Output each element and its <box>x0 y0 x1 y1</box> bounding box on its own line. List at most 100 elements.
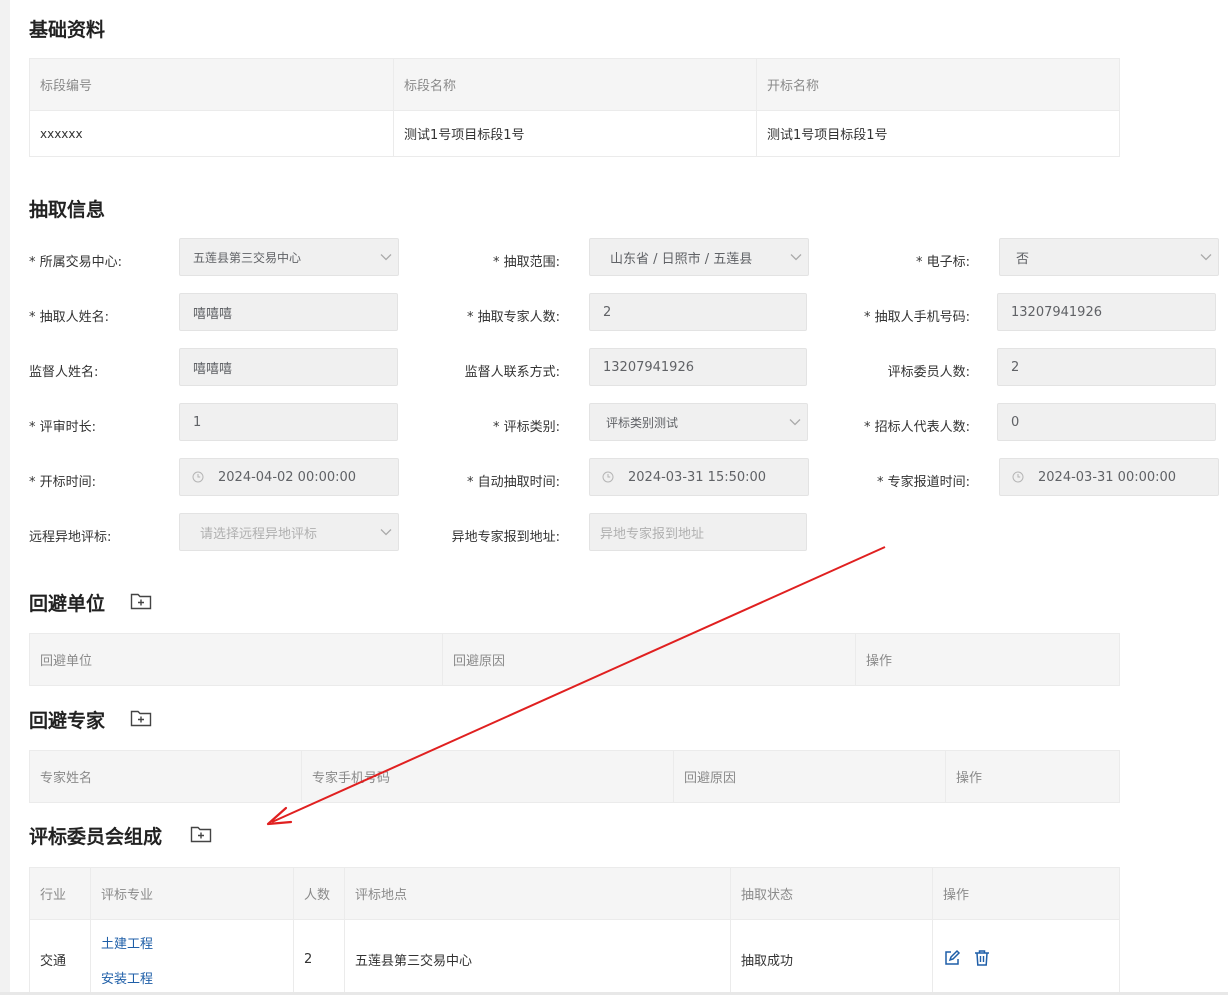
clock-icon <box>602 471 616 483</box>
specialty-link[interactable]: 土建工程 <box>101 933 153 952</box>
cell-opening-name: 测试1号项目标段1号 <box>767 128 888 143</box>
folder-plus-icon[interactable] <box>130 592 152 610</box>
datetime-value: 2024-03-31 15:50:00 <box>628 469 767 485</box>
edit-icon[interactable] <box>943 949 961 971</box>
select-value: 山东省 / 日照市 / 五莲县 <box>610 251 753 267</box>
header-cell: 标段名称 <box>394 59 757 110</box>
datetime-auto-draw-time[interactable]: 2024-03-31 15:50:00 <box>589 458 809 496</box>
folder-plus-icon[interactable] <box>130 709 152 727</box>
basic-info-table: 标段编号 标段名称 开标名称 xxxxxx 测试1号项目标段1号 测试1号项目标… <box>29 58 1120 157</box>
datetime-open-time[interactable]: 2024-04-02 00:00:00 <box>179 458 399 496</box>
select-electronic-bid[interactable]: 否 <box>999 238 1219 276</box>
chevron-down-icon <box>783 403 807 441</box>
header-cell: 回避原因 <box>443 634 856 685</box>
input-value: 2 <box>1011 359 1020 375</box>
chevron-down-icon <box>374 238 398 276</box>
input-drawer-phone[interactable]: 13207941926 <box>997 293 1216 331</box>
header-cell: 人数 <box>294 868 345 919</box>
chevron-down-icon <box>784 238 808 276</box>
select-placeholder: 请选择远程异地评标 <box>200 526 318 542</box>
cell-location[interactable]: 五莲县第三交易中心 <box>345 920 731 995</box>
label-remote-address: 异地专家报到地址: <box>451 530 560 545</box>
cell-specialties: 土建工程 安装工程 <box>91 920 294 995</box>
label-eval-category: * 评标类别: <box>492 420 560 435</box>
header-cell: 标段编号 <box>30 59 394 110</box>
input-value: 13207941926 <box>603 359 694 375</box>
label-expert-count: * 抽取专家人数: <box>466 310 560 325</box>
clock-icon <box>192 471 206 483</box>
committee-table: 行业 评标专业 人数 评标地点 抽取状态 操作 交通 土建工程 安装工程 2 五… <box>29 867 1120 995</box>
table-row: 交通 土建工程 安装工程 2 五莲县第三交易中心 抽取成功 <box>30 919 1119 995</box>
section-title-avoid-expert: 回避专家 <box>29 710 106 732</box>
label-report-time: * 专家报道时间: <box>876 475 970 490</box>
header-cell: 操作 <box>946 751 1119 802</box>
input-tenderer-rep-count[interactable]: 0 <box>997 403 1216 441</box>
input-drawer-name[interactable]: 嘻嘻嘻 <box>179 293 398 331</box>
section-title-avoid-unit: 回避单位 <box>29 593 106 615</box>
section-title-draw: 抽取信息 <box>29 199 106 221</box>
label-remote-eval: 远程异地评标: <box>29 530 112 545</box>
chevron-down-icon <box>374 513 398 551</box>
folder-plus-icon[interactable] <box>190 825 212 843</box>
header-cell: 专家手机号码 <box>302 751 674 802</box>
specialty-link[interactable]: 安装工程 <box>101 968 153 987</box>
label-center: * 所属交易中心: <box>29 255 123 270</box>
header-cell: 操作 <box>856 634 1119 685</box>
input-expert-count[interactable]: 2 <box>589 293 807 331</box>
table-row: xxxxxx 测试1号项目标段1号 测试1号项目标段1号 <box>30 110 1119 156</box>
datetime-value: 2024-03-31 00:00:00 <box>1038 469 1177 485</box>
label-scope: * 抽取范围: <box>492 255 560 270</box>
input-supervisor-contact[interactable]: 13207941926 <box>589 348 807 386</box>
label-committee-count: 评标委员人数: <box>887 365 970 380</box>
select-draw-scope[interactable]: 山东省 / 日照市 / 五莲县 <box>589 238 809 276</box>
select-value: 五莲县第三交易中心 <box>193 250 302 265</box>
label-open-time: * 开标时间: <box>29 475 97 490</box>
header-cell: 行业 <box>30 868 91 919</box>
table-header-row: 标段编号 标段名称 开标名称 <box>30 59 1119 110</box>
input-review-duration[interactable]: 1 <box>179 403 398 441</box>
input-placeholder: 异地专家报到地址 <box>600 526 705 542</box>
label-supervisor-name: 监督人姓名: <box>29 365 99 380</box>
label-electronic: * 电子标: <box>915 255 970 270</box>
section-title-committee: 评标委员会组成 <box>29 826 163 848</box>
trash-icon[interactable] <box>973 949 991 971</box>
label-auto-draw-time: * 自动抽取时间: <box>466 475 560 490</box>
avoid-expert-table: 专家姓名 专家手机号码 回避原因 操作 <box>29 750 1120 803</box>
header-cell: 评标专业 <box>91 868 294 919</box>
select-trade-center[interactable]: 五莲县第三交易中心 <box>179 238 399 276</box>
input-value: 0 <box>1011 414 1020 430</box>
cell-section-name: 测试1号项目标段1号 <box>394 111 757 156</box>
cell-section-no: xxxxxx <box>30 111 394 156</box>
cell-count[interactable]: 2 <box>294 920 345 995</box>
header-cell: 操作 <box>933 868 1119 919</box>
table-header-row: 行业 评标专业 人数 评标地点 抽取状态 操作 <box>30 868 1119 919</box>
input-value: 13207941926 <box>1011 304 1102 320</box>
header-cell: 抽取状态 <box>731 868 933 919</box>
input-remote-address[interactable]: 异地专家报到地址 <box>589 513 807 551</box>
input-committee-count[interactable]: 2 <box>997 348 1216 386</box>
section-title-basic: 基础资料 <box>29 19 106 41</box>
cell-status[interactable]: 抽取成功 <box>731 920 933 995</box>
left-edge-strip <box>0 0 10 995</box>
clock-icon <box>1012 471 1026 483</box>
select-value: 评标类别测试 <box>606 415 679 430</box>
header-cell: 专家姓名 <box>30 751 302 802</box>
header-cell: 回避单位 <box>30 634 443 685</box>
datetime-value: 2024-04-02 00:00:00 <box>218 469 357 485</box>
label-drawer-phone: * 抽取人手机号码: <box>863 310 970 325</box>
label-supervisor-contact: 监督人联系方式: <box>464 365 560 380</box>
avoid-unit-table: 回避单位 回避原因 操作 <box>29 633 1120 686</box>
table-header-row: 专家姓名 专家手机号码 回避原因 操作 <box>30 751 1119 802</box>
cell-industry[interactable]: 交通 <box>30 920 91 995</box>
input-supervisor-name[interactable]: 嘻嘻嘻 <box>179 348 398 386</box>
select-value: 否 <box>1016 251 1030 267</box>
select-eval-category[interactable]: 评标类别测试 <box>589 403 808 441</box>
label-review-duration: * 评审时长: <box>29 420 97 435</box>
header-cell: 开标名称 <box>757 59 1119 110</box>
select-remote-eval[interactable]: 请选择远程异地评标 <box>179 513 399 551</box>
input-value: 嘻嘻嘻 <box>193 306 233 322</box>
table-header-row: 回避单位 回避原因 操作 <box>30 634 1119 685</box>
datetime-report-time[interactable]: 2024-03-31 00:00:00 <box>999 458 1219 496</box>
label-drawer-name: * 抽取人姓名: <box>29 310 110 325</box>
header-cell: 评标地点 <box>345 868 731 919</box>
